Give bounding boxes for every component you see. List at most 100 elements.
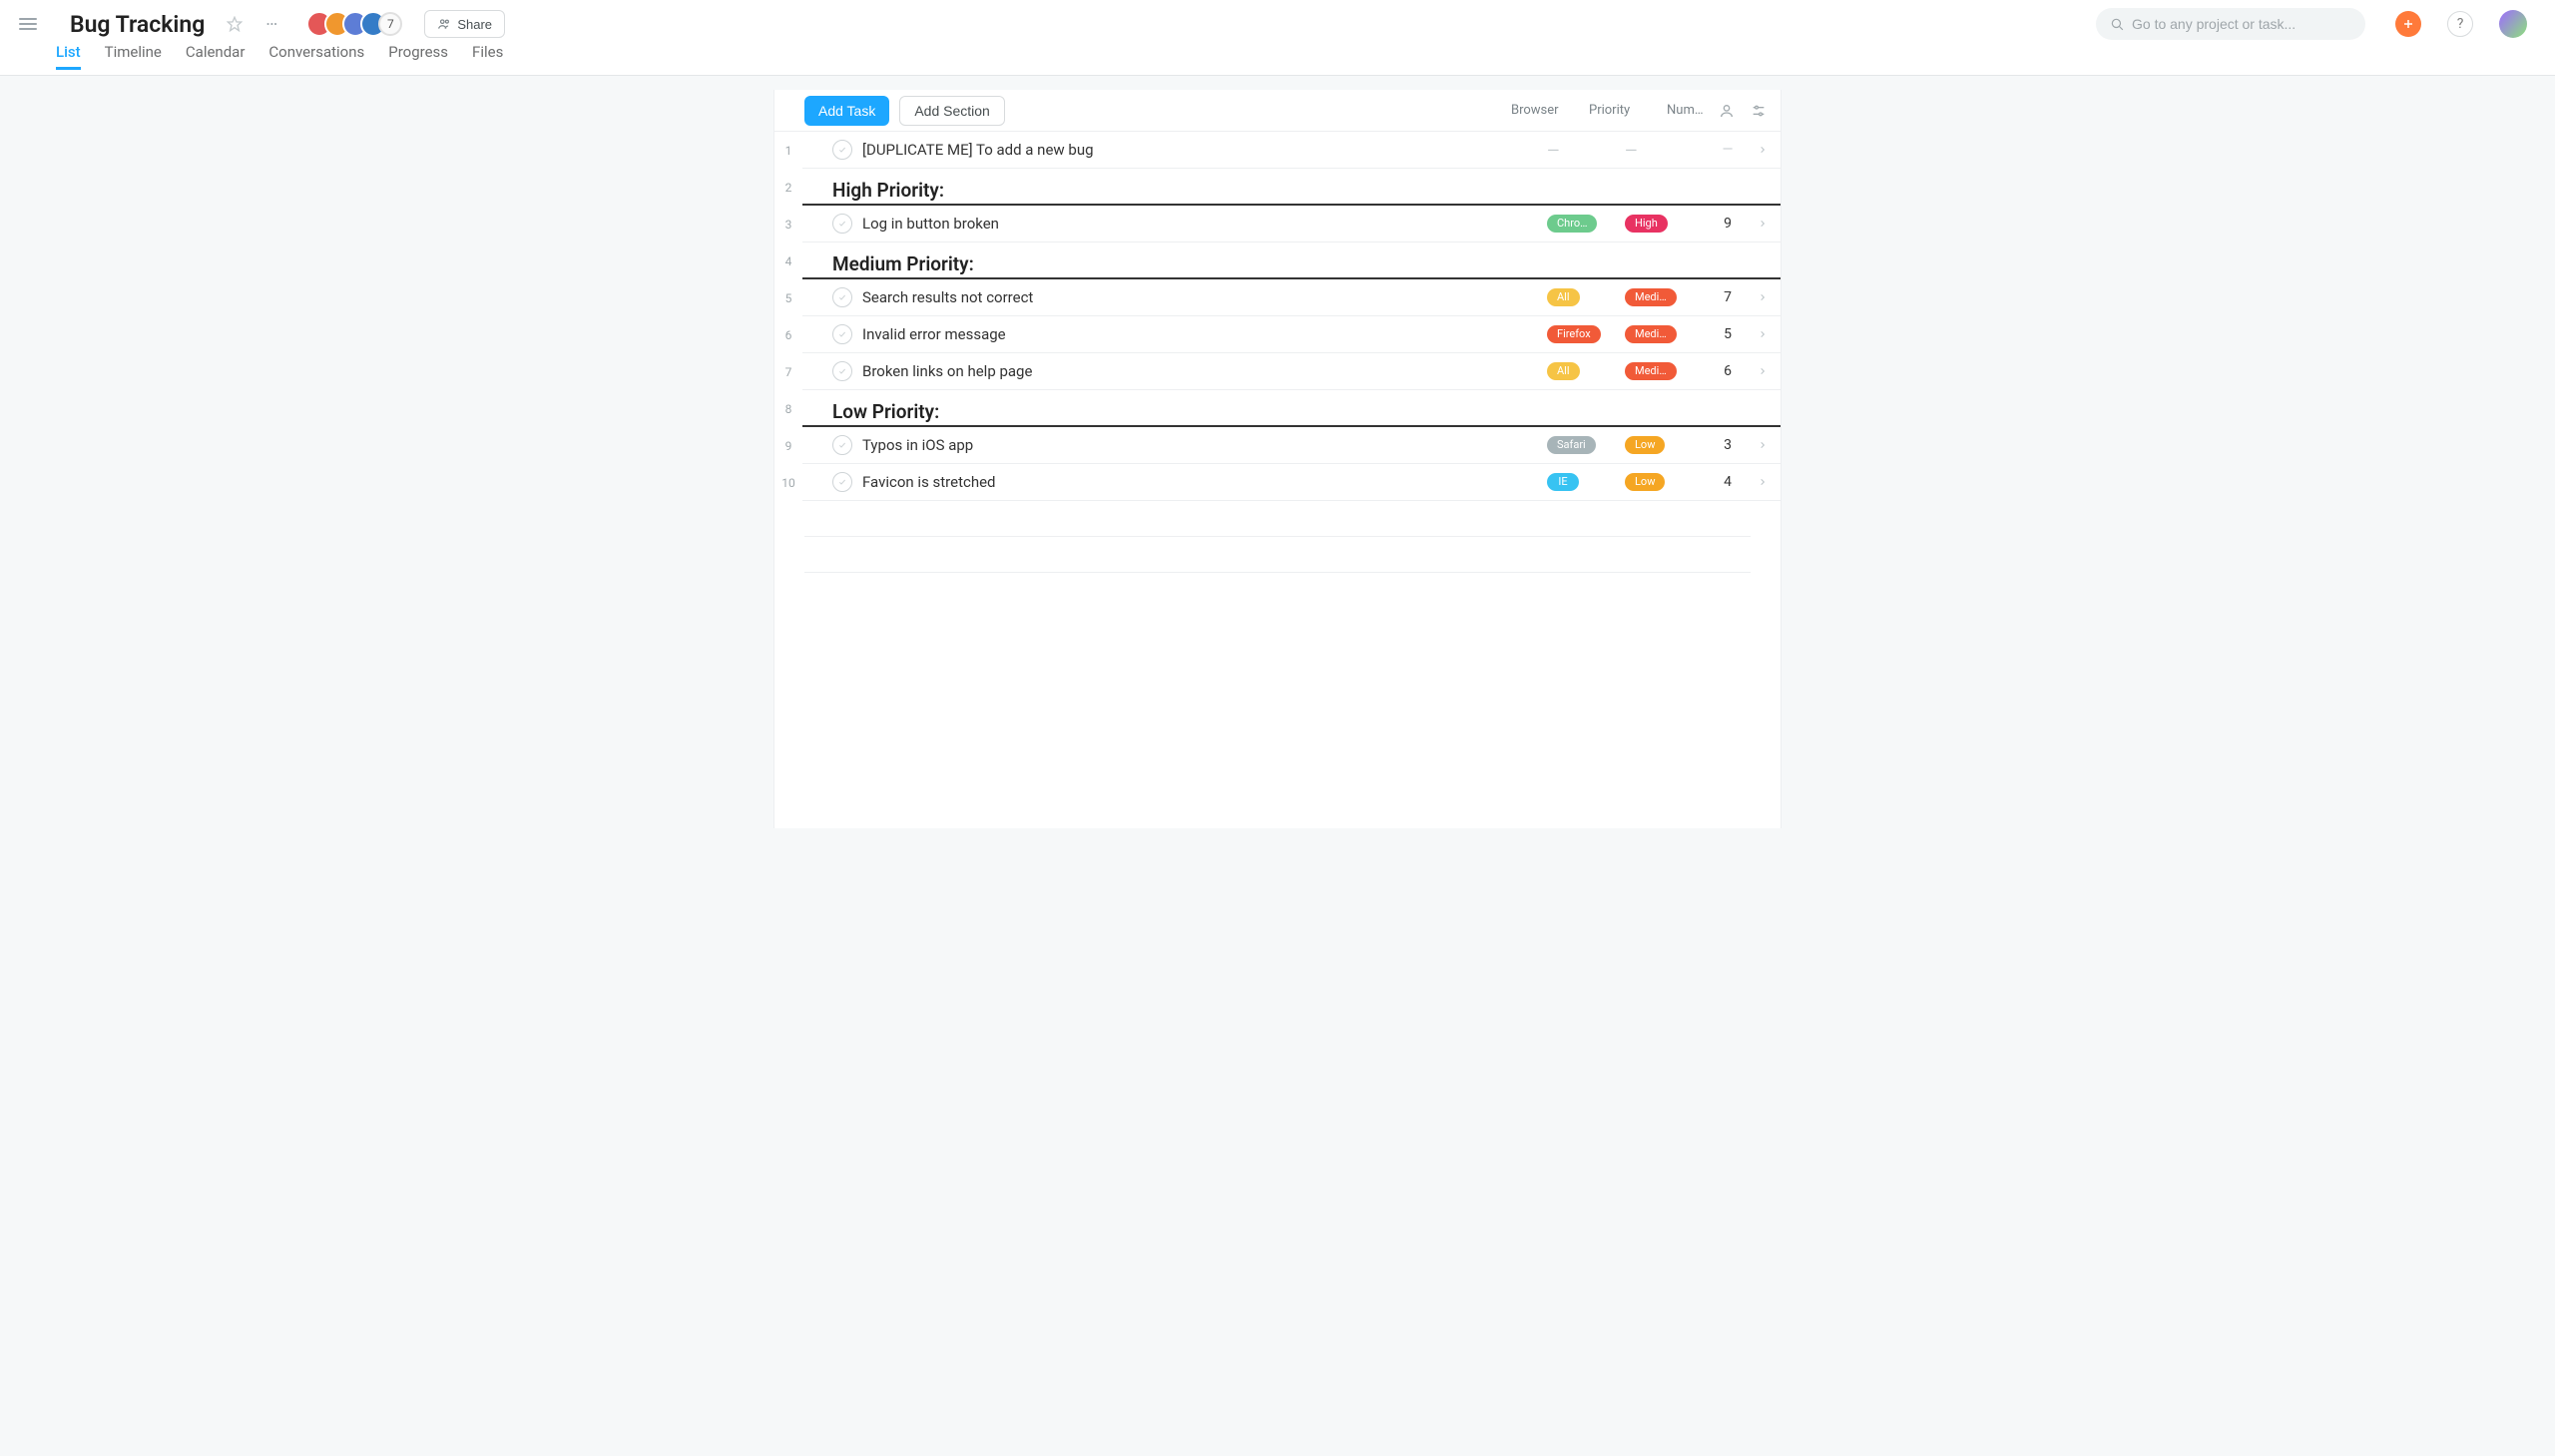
empty: — [1625, 141, 1638, 160]
cell-priority[interactable]: — [1625, 141, 1703, 160]
cell-priority[interactable]: Low [1625, 473, 1703, 491]
chevron-right-icon[interactable] [1753, 365, 1773, 377]
row-number: 8 [774, 402, 802, 416]
column-num[interactable]: Num… [1667, 103, 1717, 118]
row-number: 2 [774, 181, 802, 195]
cell-browser[interactable]: IE [1547, 473, 1625, 491]
priority-pill: High [1625, 215, 1668, 233]
search-box[interactable] [2096, 8, 2365, 40]
task-title[interactable]: Log in button broken [862, 215, 1547, 233]
section-title[interactable]: Medium Priority: [832, 252, 974, 277]
tab-progress[interactable]: Progress [388, 43, 448, 70]
task-title[interactable]: [DUPLICATE ME] To add a new bug [862, 141, 1547, 159]
complete-check[interactable] [832, 324, 852, 344]
cell-browser[interactable]: Safari [1547, 436, 1625, 454]
browser-pill: All [1547, 288, 1580, 306]
tab-files[interactable]: Files [472, 43, 503, 70]
assignee-icon[interactable] [1717, 101, 1737, 121]
task-title[interactable]: Invalid error message [862, 325, 1547, 343]
task-row[interactable]: 1[DUPLICATE ME] To add a new bug——— [774, 132, 1781, 169]
column-headers: Browser Priority Num… [1511, 103, 1717, 118]
chevron-right-icon[interactable] [1753, 439, 1773, 451]
column-browser[interactable]: Browser [1511, 103, 1589, 118]
menu-icon[interactable] [14, 10, 42, 38]
cell-count[interactable]: 7 [1703, 289, 1753, 305]
cell-count[interactable]: — [1703, 142, 1753, 158]
complete-check[interactable] [832, 472, 852, 492]
priority-pill: Medi… [1625, 288, 1677, 306]
task-title[interactable]: Favicon is stretched [862, 473, 1547, 491]
chevron-right-icon[interactable] [1753, 144, 1773, 156]
cell-browser[interactable]: — [1547, 141, 1625, 160]
task-row[interactable]: 9 Typos in iOS appSafari Low3 [774, 427, 1781, 464]
priority-pill: Medi… [1625, 362, 1677, 380]
empty-row[interactable] [804, 501, 1751, 537]
cell-browser[interactable]: Chro… [1547, 215, 1625, 233]
task-title[interactable]: Broken links on help page [862, 362, 1547, 380]
help-button[interactable]: ? [2447, 11, 2473, 37]
empty: — [1723, 142, 1734, 158]
browser-pill: IE [1547, 473, 1579, 491]
task-row[interactable]: 5Search results not correctAllMedi…7 [774, 279, 1781, 316]
tab-list[interactable]: List [56, 43, 81, 70]
task-row[interactable]: 3Log in button brokenChro…High9 [774, 206, 1781, 243]
complete-check[interactable] [832, 435, 852, 455]
cell-browser[interactable]: All [1547, 288, 1625, 306]
cell-count[interactable]: 3 [1703, 437, 1753, 453]
chevron-right-icon[interactable] [1753, 476, 1773, 488]
content: Add Task Add Section Browser Priority Nu… [0, 76, 2555, 828]
customize-icon[interactable] [1749, 101, 1769, 121]
search-input[interactable] [2132, 16, 2351, 32]
task-row[interactable]: 6 Invalid error messageFirefox Medi…5 [774, 316, 1781, 353]
add-task-button[interactable]: Add Task [804, 96, 889, 126]
star-icon[interactable] [225, 14, 245, 34]
cell-priority[interactable]: Medi… [1625, 288, 1703, 306]
more-icon[interactable]: … [260, 13, 282, 35]
row-number: 6 [774, 328, 802, 342]
cell-priority[interactable]: Medi… [1625, 362, 1703, 380]
add-section-button[interactable]: Add Section [899, 96, 1005, 126]
browser-pill: Chro… [1547, 215, 1597, 233]
share-button[interactable]: Share [424, 10, 505, 38]
task-row[interactable]: 10Favicon is stretchedIELow4 [774, 464, 1781, 501]
chevron-right-icon[interactable] [1753, 218, 1773, 230]
section-title[interactable]: Low Priority: [832, 400, 939, 425]
complete-check[interactable] [832, 214, 852, 234]
column-priority[interactable]: Priority [1589, 103, 1667, 118]
task-title[interactable]: Typos in iOS app [862, 436, 1547, 454]
chevron-right-icon[interactable] [1753, 328, 1773, 340]
cell-count[interactable]: 5 [1703, 326, 1753, 342]
cell-count[interactable]: 6 [1703, 363, 1753, 379]
cell-browser[interactable]: Firefox [1547, 325, 1625, 343]
complete-check[interactable] [832, 140, 852, 160]
browser-pill: Firefox [1547, 325, 1601, 343]
complete-check[interactable] [832, 287, 852, 307]
current-user-avatar[interactable] [2499, 10, 2527, 38]
section-title[interactable]: High Priority: [832, 179, 944, 204]
cell-priority[interactable]: Medi… [1625, 325, 1703, 343]
tab-timeline[interactable]: Timeline [105, 43, 162, 70]
cell-browser[interactable]: All [1547, 362, 1625, 380]
cell-priority[interactable]: High [1625, 215, 1703, 233]
quick-add-button[interactable] [2395, 11, 2421, 37]
complete-check[interactable] [832, 361, 852, 381]
task-title[interactable]: Search results not correct [862, 288, 1547, 306]
tab-conversations[interactable]: Conversations [268, 43, 364, 70]
cell-priority[interactable]: Low [1625, 436, 1703, 454]
header-top-row: Bug Tracking … 7 Share [14, 0, 2527, 40]
tab-calendar[interactable]: Calendar [186, 43, 246, 70]
member-count: 7 [378, 12, 402, 36]
row-number: 9 [774, 439, 802, 453]
cell-count[interactable]: 9 [1703, 216, 1753, 232]
row-number: 1 [774, 144, 802, 158]
project-title: Bug Tracking [70, 11, 205, 38]
chevron-right-icon[interactable] [1753, 291, 1773, 303]
panel-toolbar: Add Task Add Section Browser Priority Nu… [774, 90, 1781, 132]
plus-icon [2402, 18, 2414, 30]
browser-pill: All [1547, 362, 1580, 380]
task-row[interactable]: 7Broken links on help pageAllMedi…6 [774, 353, 1781, 390]
project-members[interactable]: 7 [306, 11, 402, 37]
empty-row[interactable] [804, 537, 1751, 573]
browser-pill: Safari [1547, 436, 1596, 454]
cell-count[interactable]: 4 [1703, 474, 1753, 490]
